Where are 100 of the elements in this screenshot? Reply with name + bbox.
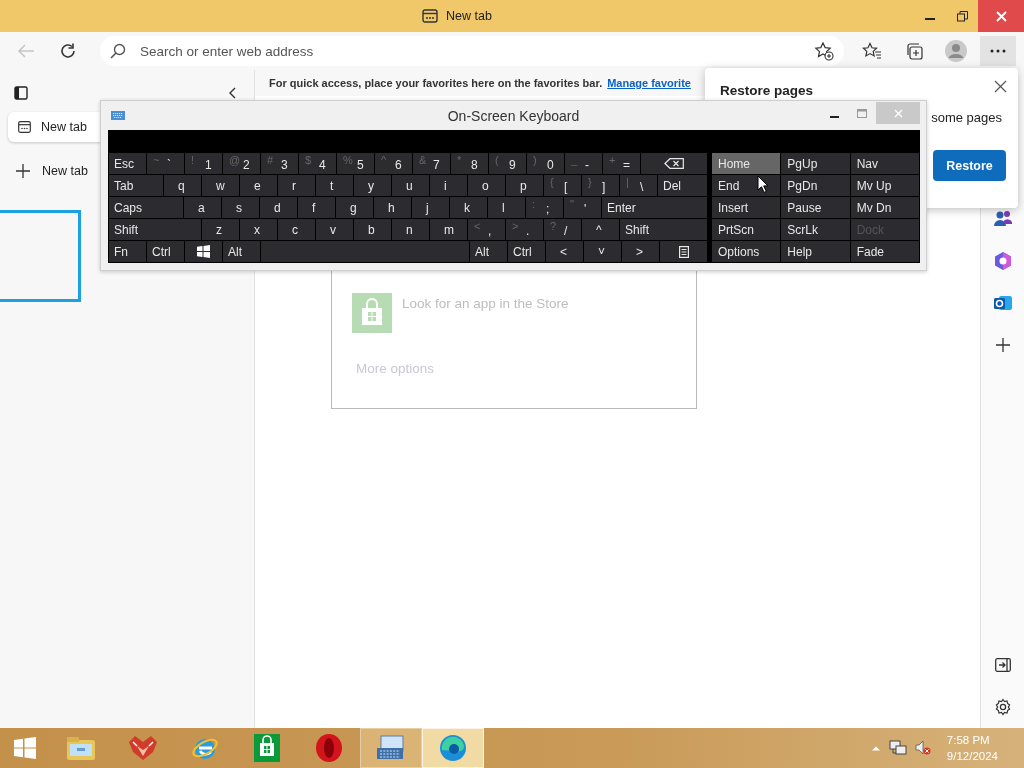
keyboard-key[interactable]: > — [622, 241, 659, 262]
windows-key[interactable] — [185, 241, 222, 262]
keyboard-key[interactable]: Alt — [223, 241, 260, 262]
keyboard-key[interactable]: f — [298, 197, 335, 218]
keyboard-key[interactable]: i — [430, 175, 467, 196]
keyboard-key[interactable]: : ; — [526, 197, 563, 218]
keyboard-key[interactable]: < , — [468, 219, 505, 240]
wave-logo-icon[interactable] — [438, 733, 468, 763]
manage-favorites-link[interactable]: Manage favorite — [607, 77, 691, 89]
keyboard-key[interactable]: Shift — [620, 219, 707, 240]
keyboard-key[interactable]: Alt — [470, 241, 507, 262]
on-screen-keyboard-button[interactable] — [360, 728, 422, 768]
keyboard-key[interactable]: Home — [712, 153, 781, 174]
keyboard-key[interactable]: o — [468, 175, 505, 196]
ring-o-icon[interactable] — [314, 733, 344, 763]
keyboard-key[interactable]: Insert — [712, 197, 781, 218]
keyboard-key[interactable]: $ 4 — [299, 153, 336, 174]
keyboard-key[interactable]: ) 0 — [527, 153, 564, 174]
keyboard-key[interactable]: PrtScn — [712, 219, 781, 240]
keyboard-key[interactable]: ^ — [582, 219, 619, 240]
volume-muted-icon[interactable] — [914, 740, 931, 756]
keyboard-key[interactable]: d — [260, 197, 297, 218]
keyboard-key[interactable]: r — [278, 175, 315, 196]
address-bar[interactable]: Search or enter web address — [100, 36, 844, 66]
keyboard-key[interactable]: # 3 — [261, 153, 298, 174]
keyboard-key[interactable]: l — [488, 197, 525, 218]
keyboard-key[interactable]: % 5 — [337, 153, 374, 174]
keyboard-key[interactable]: Del — [658, 175, 707, 196]
keyboard-key[interactable]: Esc — [109, 153, 146, 174]
network-icon[interactable] — [888, 740, 907, 756]
keyboard-key[interactable]: w — [202, 175, 239, 196]
keyboard-key[interactable]: Tab — [109, 175, 163, 196]
shopping-bag-icon[interactable] — [253, 733, 281, 763]
keyboard-key[interactable]: { [ — [544, 175, 581, 196]
keyboard-key[interactable]: Fn — [109, 241, 146, 262]
mail-app-icon[interactable] — [992, 293, 1013, 313]
keyboard-key[interactable]: t — [316, 175, 353, 196]
keyboard-key[interactable]: " ' — [564, 197, 601, 218]
keyboard-key[interactable]: x — [240, 219, 277, 240]
menu-key[interactable] — [660, 241, 707, 262]
keyboard-key[interactable]: Help — [781, 241, 850, 262]
restore-button[interactable]: Restore — [933, 150, 1006, 181]
settings-icon[interactable] — [993, 698, 1012, 716]
keyboard-key[interactable]: End — [712, 175, 781, 196]
more-icon[interactable] — [990, 49, 1006, 53]
keyboard-key[interactable]: g — [336, 197, 373, 218]
keyboard-key[interactable]: + = — [603, 153, 640, 174]
keyboard-key[interactable]: ! 1 — [185, 153, 222, 174]
fox-icon[interactable] — [127, 734, 159, 762]
people-icon[interactable] — [992, 209, 1013, 229]
keyboard-key[interactable]: * 8 — [451, 153, 488, 174]
keyboard-key[interactable]: Ctrl — [147, 241, 184, 262]
keyboard-key[interactable]: j — [412, 197, 449, 218]
keyboard-key[interactable]: | \ — [620, 175, 657, 196]
keyboard-key[interactable]: Options — [712, 241, 781, 262]
backspace-icon[interactable] — [664, 158, 684, 169]
keyboard-key[interactable]: u — [392, 175, 429, 196]
keyboard-key[interactable]: Nav — [850, 153, 919, 174]
windows-logo-icon[interactable] — [197, 245, 210, 258]
keyboard-key[interactable]: a — [184, 197, 221, 218]
keyboard-key[interactable]: h — [374, 197, 411, 218]
keyboard-key[interactable]: v — [316, 219, 353, 240]
keyboard-key[interactable]: b — [354, 219, 391, 240]
keyboard-key[interactable]: q — [164, 175, 201, 196]
keyboard-key[interactable]: & 7 — [413, 153, 450, 174]
keyboard-key[interactable]: e — [240, 175, 277, 196]
keyboard-key[interactable]: < — [546, 241, 583, 262]
edge-button[interactable] — [422, 728, 484, 768]
keyboard-key[interactable]: Shift — [109, 219, 201, 240]
keyboard-key[interactable]: Enter — [602, 197, 707, 218]
close-icon[interactable] — [993, 79, 1007, 93]
restore-window-icon[interactable] — [956, 10, 968, 22]
keyboard-key[interactable]: ^ 6 — [375, 153, 412, 174]
keyboard-icon[interactable] — [375, 734, 407, 762]
menu-icon[interactable] — [678, 245, 689, 258]
keyboard-key[interactable]: z — [202, 219, 239, 240]
favorites-star-icon[interactable] — [862, 42, 882, 60]
keyboard-key[interactable]: y — [354, 175, 391, 196]
keyboard-key[interactable]: PgUp — [781, 153, 850, 174]
keyboard-key[interactable]: > . — [506, 219, 543, 240]
keyboard-key[interactable]: Caps — [109, 197, 183, 218]
avatar-icon[interactable] — [944, 39, 968, 63]
keyboard-key[interactable]: Mv Dn — [850, 197, 919, 218]
plus-icon[interactable] — [994, 337, 1011, 353]
keyboard-key[interactable]: Fade — [850, 241, 919, 262]
keyboard-key[interactable]: m — [430, 219, 467, 240]
keyboard-key[interactable]: Ctrl — [508, 241, 545, 262]
keyboard-key[interactable]: Mv Up — [850, 175, 919, 196]
keyboard-key[interactable]: k — [450, 197, 487, 218]
hexagon-icon[interactable] — [992, 251, 1013, 271]
keyboard-key[interactable]: p — [506, 175, 543, 196]
keyboard-key[interactable]: @ 2 — [223, 153, 260, 174]
backspace-key[interactable] — [641, 153, 707, 174]
keyboard-key[interactable]: Pause — [781, 197, 850, 218]
keyboard-key[interactable]: ScrLk — [781, 219, 850, 240]
keyboard-key[interactable]: _ - — [565, 153, 602, 174]
keyboard-key[interactable]: ˅ — [584, 241, 621, 262]
keyboard-key[interactable]: c — [278, 219, 315, 240]
keyboard-key[interactable]: n — [392, 219, 429, 240]
keyboard-key[interactable]: PgDn — [781, 175, 850, 196]
